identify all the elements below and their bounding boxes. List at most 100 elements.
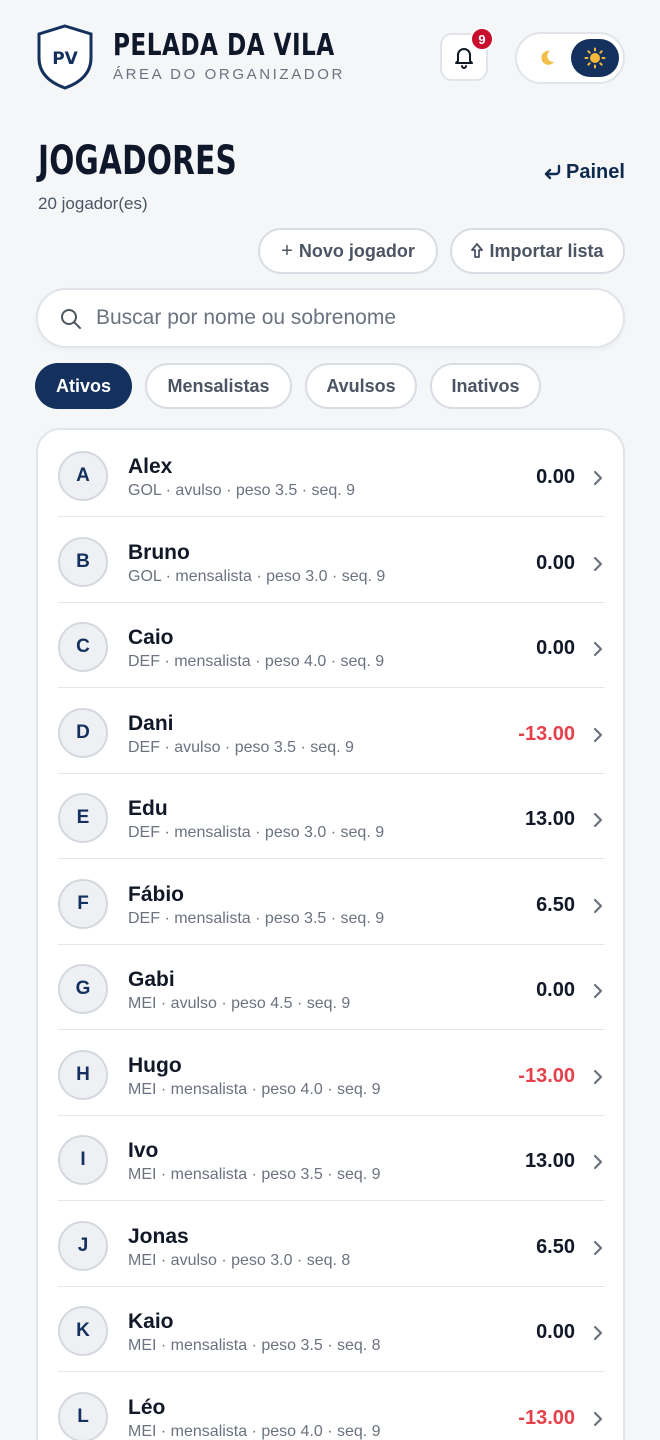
panel-link[interactable]: Painel [542,161,625,184]
search-icon [61,309,81,329]
player-row[interactable]: L Léo MEI · mensalista · peso 4.0 · seq.… [58,1373,605,1440]
chevron-right-icon [593,1069,603,1085]
app-subtitle: ÁREA DO ORGANIZADOR [113,66,345,83]
shield-logo-icon[interactable]: PV [36,24,94,90]
player-meta: MEI · mensalista · peso 3.5 · seq. 8 [128,1337,381,1354]
filter-tab-avulsos[interactable]: Avulsos [305,363,417,409]
chevron-right-icon [593,983,603,999]
search-box [36,288,625,348]
player-name: Bruno [128,541,190,564]
chevron-right-icon [593,641,603,657]
player-meta: GOL · mensalista · peso 3.0 · seq. 9 [128,568,386,585]
filter-tab-mensalistas[interactable]: Mensalistas [145,363,292,409]
sun-button[interactable] [571,39,619,77]
player-row[interactable]: D Dani DEF · avulso · peso 3.5 · seq. 9 … [58,689,605,774]
player-list: A Alex GOL · avulso · peso 3.5 · seq. 9 … [36,428,625,1440]
player-meta: MEI · mensalista · peso 3.5 · seq. 9 [128,1166,381,1183]
new-player-button[interactable]: + Novo jogador [258,228,438,274]
filter-tab-ativos[interactable]: Ativos [35,363,132,409]
search-input[interactable] [96,300,596,336]
return-arrow-icon [544,164,561,179]
player-row[interactable]: C Caio DEF · mensalista · peso 4.0 · seq… [58,603,605,688]
chevron-right-icon [593,1154,603,1170]
player-meta: DEF · avulso · peso 3.5 · seq. 9 [128,739,354,756]
player-name: Alex [128,455,173,478]
notification-badge: 9 [470,27,494,51]
new-player-label: Novo jogador [298,240,415,261]
chevron-right-icon [593,1240,603,1256]
player-row[interactable]: E Edu DEF · mensalista · peso 3.0 · seq.… [58,774,605,859]
player-balance: 0.00 [536,637,575,659]
player-row[interactable]: B Bruno GOL · mensalista · peso 3.0 · se… [58,518,605,603]
avatar: B [58,537,108,587]
player-name: Ivo [128,1139,159,1162]
player-row[interactable]: K Kaio MEI · mensalista · peso 3.5 · seq… [58,1287,605,1372]
player-name: Gabi [128,968,175,991]
chevron-right-icon [593,727,603,743]
app-header: PV PELADA DA VILA ÁREA DO ORGANIZADOR 9 [0,0,660,120]
player-name: Léo [128,1396,166,1419]
avatar: F [58,879,108,929]
bell-icon [455,48,473,69]
logo-text: PV [52,49,78,69]
avatar: G [58,964,108,1014]
upload-arrow-icon [471,243,484,258]
player-name: Hugo [128,1054,182,1077]
player-meta: DEF · mensalista · peso 4.0 · seq. 9 [128,653,385,670]
player-meta: MEI · avulso · peso 3.0 · seq. 8 [128,1252,351,1269]
avatar: A [58,451,108,501]
player-balance: 13.00 [524,808,575,830]
moon-icon[interactable] [537,48,557,68]
player-balance: 0.00 [536,466,575,488]
player-balance: 6.50 [536,1236,575,1258]
chevron-right-icon [593,556,603,572]
player-balance: 0.00 [536,979,575,1001]
chevron-right-icon [593,470,603,486]
theme-toggle[interactable] [515,32,625,84]
player-meta: GOL · avulso · peso 3.5 · seq. 9 [128,482,356,499]
player-name: Caio [128,626,174,649]
player-row[interactable]: G Gabi MEI · avulso · peso 4.5 · seq. 9 … [58,945,605,1030]
player-name: Kaio [128,1310,174,1333]
player-meta: DEF · mensalista · peso 3.0 · seq. 9 [128,824,385,841]
player-balance: 13.00 [524,1150,575,1172]
avatar: L [58,1392,108,1440]
page-title: JOGADORES [38,138,238,184]
import-list-label: Importar lista [489,240,604,261]
chevron-right-icon [593,898,603,914]
player-balance: 0.00 [536,1321,575,1343]
app-title: PELADA DA VILA [113,28,335,63]
avatar: K [58,1306,108,1356]
plus-icon: + [281,239,293,262]
chevron-right-icon [593,1325,603,1341]
avatar: H [58,1050,108,1100]
player-name: Dani [128,712,174,735]
player-name: Jonas [128,1225,189,1248]
player-name: Fábio [128,883,184,906]
avatar: E [58,793,108,843]
player-row[interactable]: H Hugo MEI · mensalista · peso 4.0 · seq… [58,1031,605,1116]
panel-link-label: Painel [566,161,625,183]
avatar: D [58,708,108,758]
player-meta: MEI · mensalista · peso 4.0 · seq. 9 [128,1423,381,1440]
filter-tab-inativos[interactable]: Inativos [430,363,541,409]
player-balance: 6.50 [536,894,575,916]
chevron-right-icon [593,812,603,828]
player-row[interactable]: J Jonas MEI · avulso · peso 3.0 · seq. 8… [58,1202,605,1287]
player-balance: -13.00 [518,1065,575,1087]
player-balance: -13.00 [518,723,575,745]
player-name: Edu [128,797,168,820]
player-balance: 0.00 [536,552,575,574]
player-meta: DEF · mensalista · peso 3.5 · seq. 9 [128,910,385,927]
player-meta: MEI · mensalista · peso 4.0 · seq. 9 [128,1081,381,1098]
import-list-button[interactable]: Importar lista [450,228,625,274]
chevron-right-icon [593,1411,603,1427]
avatar: J [58,1221,108,1271]
player-row[interactable]: I Ivo MEI · mensalista · peso 3.5 · seq.… [58,1116,605,1201]
player-balance: -13.00 [518,1407,575,1429]
player-count: 20 jogador(es) [38,194,148,213]
avatar: C [58,622,108,672]
player-meta: MEI · avulso · peso 4.5 · seq. 9 [128,995,351,1012]
player-row[interactable]: A Alex GOL · avulso · peso 3.5 · seq. 9 … [58,432,605,517]
player-row[interactable]: F Fábio DEF · mensalista · peso 3.5 · se… [58,860,605,945]
